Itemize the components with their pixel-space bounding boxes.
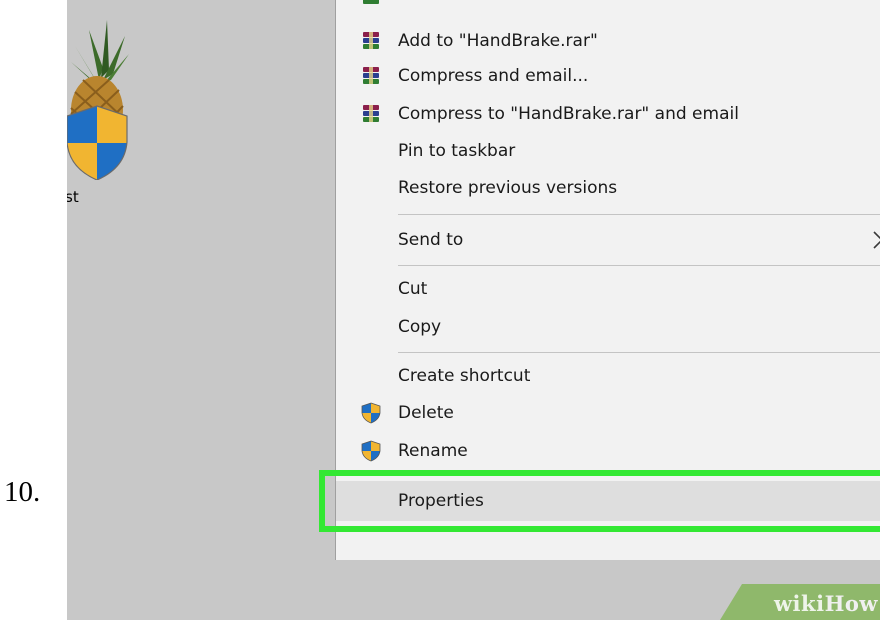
menu-separator	[398, 265, 880, 266]
menu-item-label: Compress and email...	[398, 66, 589, 86]
menu-item-label: Cut	[398, 279, 428, 299]
menu-separator	[398, 352, 880, 353]
desktop-shortcut[interactable]: st	[67, 10, 137, 206]
watermark-text: wikiHow	[773, 591, 878, 616]
menu-separator	[398, 214, 880, 215]
menu-item-delete[interactable]: Delete	[336, 395, 880, 431]
menu-item-copy[interactable]: Copy	[336, 309, 880, 345]
winrar-archive-icon	[363, 105, 379, 122]
menu-item-label: Delete	[398, 403, 454, 423]
uac-shield-icon	[361, 402, 381, 424]
menu-item-cut[interactable]: Cut	[336, 271, 880, 307]
menu-item-compress-email[interactable]: Compress and email...	[336, 58, 880, 94]
winrar-archive-icon	[363, 32, 379, 49]
menu-item-label: Create shortcut	[398, 366, 531, 386]
menu-item-restore-previous-versions[interactable]: Restore previous versions	[336, 170, 880, 206]
pineapple-shield-icon	[67, 20, 129, 180]
uac-shield-icon	[361, 440, 381, 462]
menu-item-label: Copy	[398, 317, 442, 337]
menu-item-add-to-rar[interactable]: Add to "HandBrake.rar"	[336, 23, 880, 59]
menu-item-compress-to-rar-email[interactable]: Compress to "HandBrake.rar" and email	[336, 96, 880, 132]
menu-item-pin-to-taskbar[interactable]: Pin to taskbar	[336, 133, 880, 169]
menu-item-label: Pin to taskbar	[398, 141, 516, 161]
chevron-right-icon	[873, 231, 880, 249]
menu-item-label: Compress to "HandBrake.rar" and email	[398, 104, 739, 124]
step-number: 10.	[4, 476, 41, 508]
menu-item-create-shortcut[interactable]: Create shortcut	[336, 358, 880, 394]
winrar-archive-icon	[363, 0, 379, 4]
desktop-icon-label: st	[67, 188, 79, 206]
menu-item-send-to[interactable]: Send to	[336, 222, 880, 258]
wikihow-watermark: wikiHow	[720, 584, 880, 620]
menu-item-label: Rename	[398, 441, 468, 461]
highlight-box	[319, 470, 880, 532]
menu-item-label: Restore previous versions	[398, 178, 618, 198]
menu-item-cropped[interactable]	[336, 0, 880, 14]
menu-item-rename[interactable]: Rename	[336, 433, 880, 469]
menu-item-label: Add to "HandBrake.rar"	[398, 31, 598, 51]
screenshot-stage: 10. st Add to "HandBrake.rar" Compress a…	[0, 0, 880, 620]
menu-item-label: Send to	[398, 230, 464, 250]
winrar-archive-icon	[363, 67, 379, 84]
